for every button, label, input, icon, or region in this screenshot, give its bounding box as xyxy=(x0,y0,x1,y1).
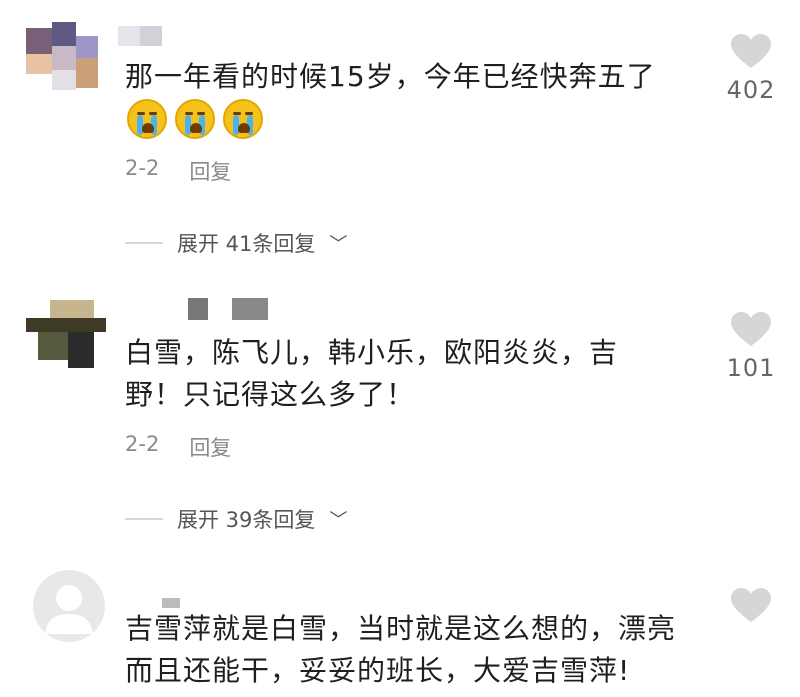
chevron-down-icon: ﹀ xyxy=(329,510,348,531)
comment-date: 2-2 xyxy=(125,156,160,180)
emoji-row xyxy=(127,99,263,139)
expand-replies-button[interactable]: 展开 39条回复 ﹀ xyxy=(125,504,347,534)
comment-meta: 2-2 回复 xyxy=(125,156,231,186)
like-count: 402 xyxy=(726,76,776,104)
expand-replies-label: 展开 39条回复 xyxy=(177,508,316,532)
crying-emoji-icon xyxy=(223,99,263,139)
like-button[interactable] xyxy=(726,588,776,624)
comment-text: 那一年看的时候15岁，今年已经快奔五了 xyxy=(125,60,656,93)
comment-text: 吉雪萍就是白雪，当时就是这么想的，漂亮而且还能干，妥妥的班长，大爱吉雪萍! xyxy=(125,612,677,687)
crying-emoji-icon xyxy=(127,99,167,139)
chevron-down-icon: ﹀ xyxy=(329,234,348,255)
divider-line xyxy=(125,518,163,520)
heart-icon xyxy=(731,312,771,346)
expand-replies-label: 展开 41条回复 xyxy=(177,232,316,256)
reply-button[interactable]: 回复 xyxy=(189,432,231,462)
comment-date: 2-2 xyxy=(125,432,160,456)
avatar-placeholder[interactable] xyxy=(33,570,105,642)
avatar[interactable] xyxy=(26,22,106,94)
like-button[interactable]: 101 xyxy=(726,312,776,382)
heart-icon xyxy=(731,588,771,622)
heart-icon xyxy=(731,34,771,68)
divider-line xyxy=(125,242,163,244)
reply-button[interactable]: 回复 xyxy=(189,156,231,186)
user-icon xyxy=(45,585,93,634)
avatar[interactable] xyxy=(26,300,106,372)
like-button[interactable]: 402 xyxy=(726,34,776,104)
crying-emoji-icon xyxy=(175,99,215,139)
like-count: 101 xyxy=(726,354,776,382)
expand-replies-button[interactable]: 展开 41条回复 ﹀ xyxy=(125,228,347,258)
comment-text: 白雪，陈飞儿，韩小乐，欧阳炎炎，吉野！只记得这么多了！ xyxy=(125,336,619,411)
comment-meta: 2-2 回复 xyxy=(125,432,231,462)
